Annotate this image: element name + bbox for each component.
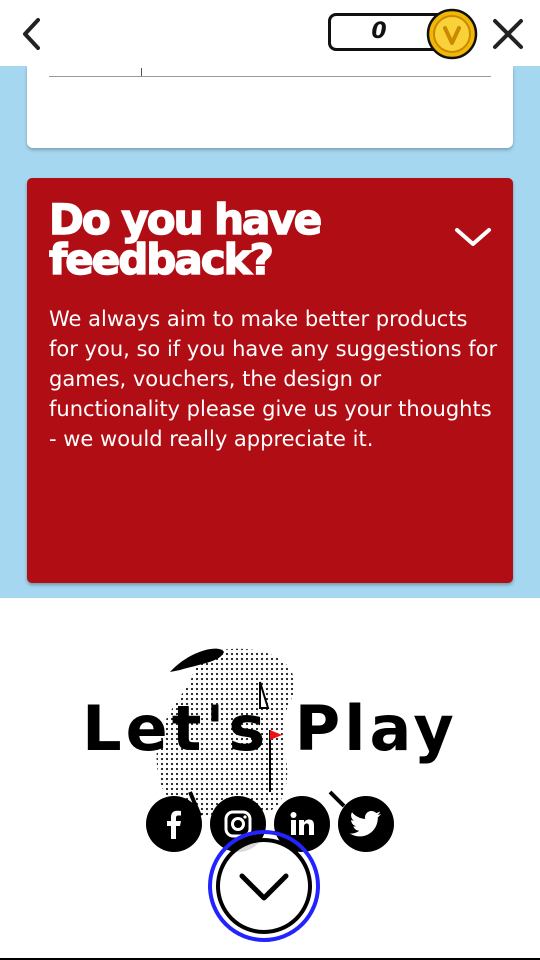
chevron-left-icon	[23, 18, 40, 50]
close-icon	[493, 19, 523, 49]
twitter-link[interactable]	[338, 796, 394, 852]
close-button[interactable]	[486, 12, 530, 56]
coin-icon	[426, 8, 478, 60]
top-bar: 0	[0, 0, 540, 66]
coin-count: 0	[371, 19, 387, 44]
back-button[interactable]	[14, 14, 50, 54]
chevron-down-icon	[455, 228, 491, 246]
lets-play-logo: Let's Play	[82, 692, 458, 765]
feedback-card: Do you have feedback? We always aim to m…	[27, 178, 513, 583]
text-field-underline[interactable]	[49, 68, 491, 77]
facebook-icon	[167, 810, 181, 839]
feedback-title: Do you have feedback?	[48, 195, 323, 284]
chevron-down-icon	[239, 873, 289, 901]
text-caret	[141, 68, 142, 76]
linkedin-icon	[290, 812, 314, 835]
scroll-down-circle	[216, 838, 312, 934]
feedback-toggle-button[interactable]	[451, 222, 495, 252]
scroll-down-button[interactable]	[208, 830, 320, 942]
facebook-link[interactable]	[146, 796, 202, 852]
twitter-icon	[350, 811, 381, 837]
feedback-description: We always aim to make better products fo…	[49, 307, 498, 451]
form-card	[27, 66, 513, 148]
